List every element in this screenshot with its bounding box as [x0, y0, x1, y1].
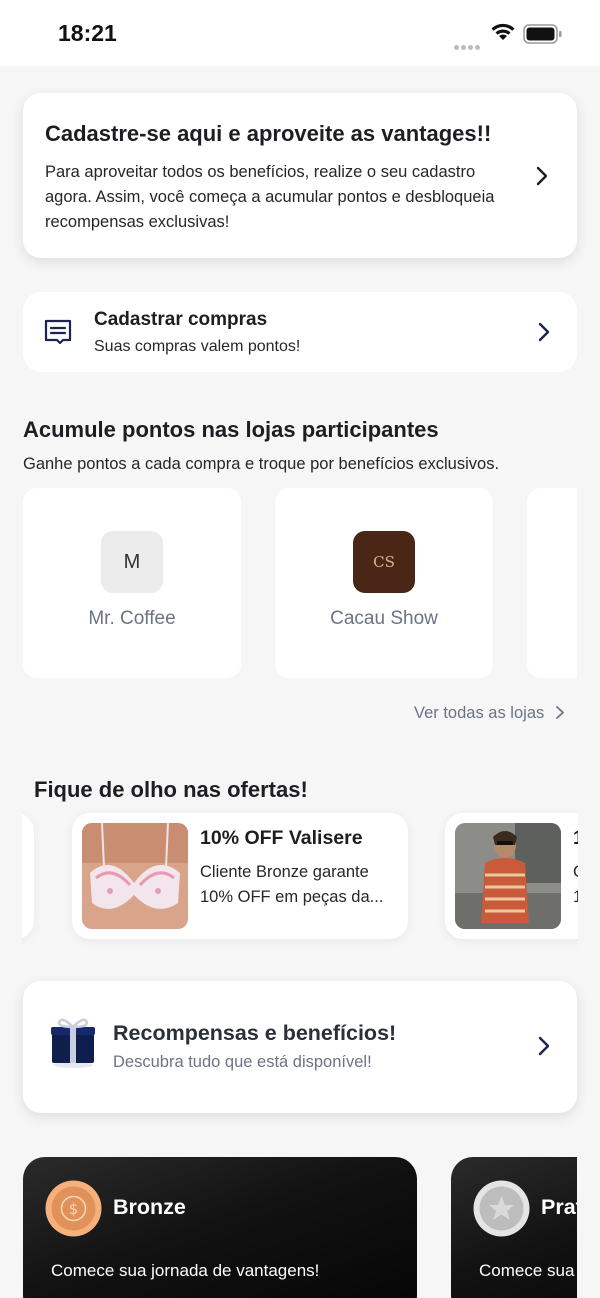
wifi-icon	[491, 23, 515, 40]
rewards-title: Recompensas e benefícios!	[113, 1021, 397, 1045]
stores-carousel[interactable]: M Mr. Coffee CS Cacau Show	[0, 480, 577, 690]
tier-subtitle: Comece sua	[479, 1261, 575, 1280]
battery-icon	[523, 24, 562, 44]
store-card-mr-coffee[interactable]: M Mr. Coffee	[23, 488, 241, 678]
stores-section-subtitle: Ganhe pontos a cada compra e troque por …	[23, 455, 500, 473]
offer-card-valisere[interactable]: 10% OFF Valisere Cliente Bronze garante …	[72, 813, 408, 939]
rewards-card[interactable]: Recompensas e benefícios! Descubra tudo …	[23, 981, 577, 1113]
offer-image	[455, 823, 561, 929]
store-card-partial[interactable]	[527, 488, 577, 678]
store-logo: M	[101, 531, 163, 593]
store-name: Mr. Coffee	[88, 608, 176, 629]
status-bar: 18:21	[0, 0, 600, 66]
signup-text: Para aproveitar todos os benefícios, rea…	[45, 163, 495, 231]
tier-name: Bronze	[113, 1195, 186, 1219]
offer-card-partial-2[interactable]: 1 C 1	[445, 813, 578, 939]
tiers-carousel[interactable]: $ Bronze Comece sua jornada de vantagens…	[0, 1150, 577, 1298]
offer-title: 10% OFF Valisere	[200, 827, 363, 849]
purchases-subtitle: Suas compras valem pontos!	[94, 338, 301, 355]
signup-card[interactable]: Cadastre-se aqui e aproveite as vantages…	[23, 93, 577, 258]
gift-icon	[51, 1018, 95, 1068]
offers-section-title: Fique de olho nas ofertas!	[34, 777, 308, 802]
offer-description: C 1	[573, 863, 578, 906]
signal-dots-icon	[454, 37, 482, 55]
chevron-right-icon	[538, 1036, 550, 1056]
bronze-medal-icon: $	[45, 1180, 102, 1237]
offer-image	[82, 823, 188, 929]
register-purchases-card[interactable]: Cadastrar compras Suas compras valem pon…	[23, 292, 577, 372]
signup-title: Cadastre-se aqui e aproveite as vantages…	[45, 121, 492, 146]
store-name: Cacau Show	[330, 608, 438, 629]
svg-text:$: $	[69, 1200, 79, 1218]
offer-description: Cliente Bronze garante 10% OFF em peças …	[200, 863, 384, 906]
offer-title: 1	[573, 827, 578, 850]
offer-card-partial[interactable]	[22, 813, 34, 939]
rewards-subtitle: Descubra tudo que está disponível!	[113, 1053, 372, 1071]
see-all-stores-link[interactable]: Ver todas as lojas	[414, 703, 565, 723]
receipt-icon	[44, 319, 72, 345]
chevron-right-icon	[536, 166, 548, 186]
tier-name: Prata	[541, 1195, 577, 1219]
offers-carousel[interactable]: 10% OFF Valisere Cliente Bronze garante …	[22, 805, 578, 950]
tier-card-bronze[interactable]: $ Bronze Comece sua jornada de vantagens…	[23, 1157, 417, 1298]
tier-card-prata[interactable]: Prata Comece sua	[451, 1157, 577, 1298]
store-card-cacau-show[interactable]: CS Cacau Show	[275, 488, 493, 678]
chevron-right-icon	[538, 322, 550, 342]
tier-subtitle: Comece sua jornada de vantagens!	[51, 1261, 320, 1280]
silver-medal-icon	[473, 1180, 530, 1237]
status-time: 18:21	[58, 20, 117, 46]
stores-section-title: Acumule pontos nas lojas participantes	[23, 417, 439, 442]
chevron-right-icon	[555, 706, 564, 719]
store-logo: CS	[353, 531, 415, 593]
purchases-title: Cadastrar compras	[94, 309, 268, 330]
